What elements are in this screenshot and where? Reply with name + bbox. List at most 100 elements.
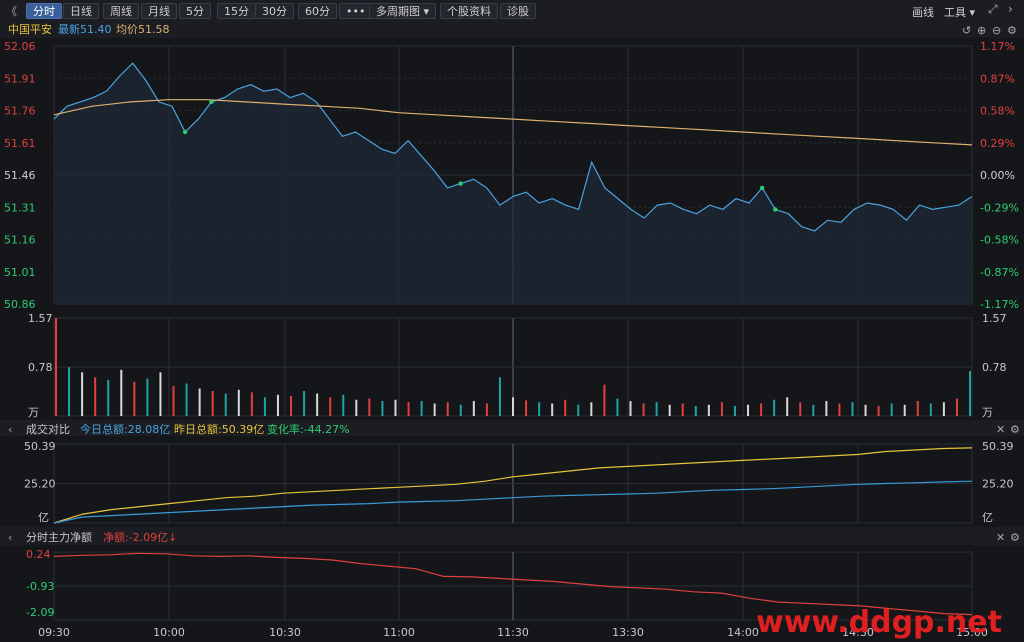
volume-bar [172,386,175,416]
price-tick-label: 52.06 [4,40,36,53]
volume-bar [276,394,279,416]
volume-bar [407,402,410,416]
volume-bar [420,401,423,416]
volume-bar [825,401,828,416]
signal-dot [773,207,778,212]
volume-bar [955,398,958,416]
flow-close-icon: ✕ [996,531,1005,544]
tab-11[interactable]: 诊股 [500,3,536,19]
toolbar-right-0[interactable]: 画线 [912,4,934,20]
tab-10[interactable]: 个股资料 [440,3,498,19]
tab-9[interactable]: 多周期图 ▾ [369,3,437,19]
price-panel-tool-icon: ⊖ [992,24,1001,37]
tab-7[interactable]: 60分 [298,3,337,19]
volume-bar [446,402,449,416]
volume-bar [433,403,436,416]
volume-tick-label: 1.57 [28,312,53,325]
volume-bar [812,404,815,416]
volume-bar [851,402,854,416]
signal-dot [209,99,214,105]
volume-bar [733,406,736,416]
turnover-tick-label-right: 亿 [982,511,993,524]
time-tick-label: 10:30 [269,626,301,639]
volume-bar [498,377,501,416]
back-button[interactable]: 《 [6,3,17,19]
turnover-collapse-icon: ‹ [8,423,12,436]
volume-tick-label: 0.78 [28,361,53,374]
volume-tick-label: 万 [28,406,39,419]
signal-dot [759,185,765,191]
net-flow: 净额:-2.09亿↓ [103,530,177,544]
tab-6[interactable]: 30分 [255,3,294,19]
volume-bar [773,399,776,416]
volume-bar [747,404,750,416]
toolbar-right-1[interactable]: 工具 ▾ [944,4,975,20]
flow-tick-label: -2.09 [26,606,54,619]
volume-bar [394,399,397,416]
volume-bar [263,397,266,416]
time-tick-label: 14:00 [727,626,759,639]
volume-bar [146,378,149,416]
volume-bar [864,404,867,416]
price-tick-label: 50.86 [4,298,36,311]
volume-bar [668,404,671,416]
volume-bar [877,406,880,416]
volume-bar [159,372,162,416]
pct-tick-label: -0.29% [980,201,1019,214]
volume-bar [564,399,567,416]
period-toolbar: 《分时 日线 周线 月线 5分 15分 30分 60分 ••• 多周期图 ▾ 个股资料 诊股 画线 工具 … [0,0,1024,23]
turnover-tick-label-right: 50.39 [982,440,1014,453]
flow-settings-icon: ⚙ [1010,531,1020,544]
turnover-settings-icon: ⚙ [1010,423,1020,436]
change-rate: 变化率:-44.27% [267,422,350,436]
volume-bar [459,404,462,416]
volume-bar [381,401,384,416]
volume-bar [942,402,945,416]
fullscreen-icon[interactable]: ⤢ [988,2,998,17]
volume-bar [838,403,841,416]
flow-collapse-icon: ‹ [8,531,12,544]
pct-tick-label: 0.29% [980,137,1015,150]
volume-bar [799,402,802,416]
volume-bar [512,397,514,416]
time-tick-label: 10:00 [153,626,185,639]
tab-0[interactable]: 分时 [26,3,62,19]
flow-tick-label: -0.93 [26,580,54,593]
volume-bar [316,393,319,416]
tab-1[interactable]: 日线 [63,3,99,19]
volume-bar [250,392,253,416]
next-icon[interactable]: › [1008,2,1013,16]
turnover-tick-label: 50.39 [24,440,56,453]
volume-bar [237,389,240,416]
pct-tick-label: 0.00% [980,169,1015,182]
tab-5[interactable]: 15分 [217,3,256,19]
volume-bar [185,383,188,416]
volume-tick-label-right: 1.57 [982,312,1007,325]
flow-title: 分时主力净额 [26,530,92,544]
price-tick-label: 51.01 [4,266,36,279]
volume-bar [329,397,332,416]
yesterday-total: 昨日总额:50.39亿 [174,422,264,436]
time-tick-label: 11:30 [497,626,529,639]
tab-8[interactable]: ••• [339,3,373,19]
intraday-chart: 52.06 51.91 51.76 51.61 51.46 51.31 51.16 51.01… [0,22,1024,640]
stock-name: 中国平安 [8,22,52,36]
tab-2[interactable]: 周线 [103,3,139,19]
signal-dot [458,181,463,186]
volume-bar [969,371,971,416]
price-tick-label: 51.16 [4,234,36,247]
tab-4[interactable]: 5分 [179,3,211,19]
price-panel-tool-icon: ⚙ [1007,24,1017,37]
flow-tick-label: 0.24 [26,548,51,561]
volume-bar [707,404,710,416]
volume-bar [642,403,645,416]
volume-bar [760,403,763,416]
volume-bar [55,318,57,416]
price-tick-label: 51.46 [4,169,36,182]
volume-bar [590,402,593,416]
volume-bar [303,391,306,416]
turnover-tick-label: 亿 [38,511,49,524]
volume-bar [929,403,932,416]
volume-bar [133,381,136,416]
tab-3[interactable]: 月线 [141,3,177,19]
